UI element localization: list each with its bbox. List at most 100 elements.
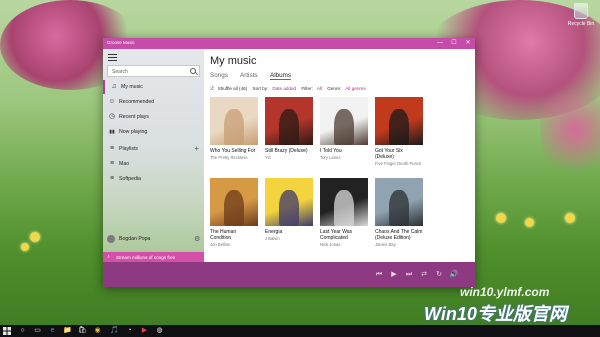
settings-taskbar-icon[interactable]: ◍ — [155, 327, 164, 335]
music-note-icon: ♫ — [111, 83, 117, 90]
page-title: My music — [210, 55, 257, 67]
sidebar-item-recent-plays[interactable]: ◷ Recent plays — [103, 110, 204, 124]
album-tile[interactable]: Chaos And The Calm (Deluxe Edition) James… — [375, 178, 423, 247]
album-title[interactable]: I Told You — [320, 148, 368, 154]
sidebar-item-label: Recent plays — [119, 114, 149, 120]
search-icon[interactable] — [190, 68, 196, 74]
sidebar-item-now-playing[interactable]: ▮▮ Now playing — [103, 125, 204, 139]
album-artist[interactable]: Tory Lanez — [320, 155, 368, 160]
title-bar[interactable]: Groove Music — ☐ ✕ — [103, 38, 475, 49]
search-input[interactable]: Search — [112, 69, 128, 75]
sidebar-item-label: Softpedia — [119, 176, 141, 182]
album-tile[interactable]: Energia J Balvin — [265, 178, 313, 241]
recycle-bin-desktop-icon[interactable]: Recycle Bin — [566, 3, 596, 27]
album-tile[interactable]: Still Brazy (Deluxe) YG — [265, 97, 313, 160]
sidebar-item-playlist-mao[interactable]: ≡ Mao — [103, 157, 204, 171]
shuffle-icon[interactable]: ⤮ — [210, 86, 214, 91]
album-cover-art[interactable] — [320, 178, 368, 226]
album-tile[interactable]: I Told You Tory Lanez — [320, 97, 368, 160]
media-player-icon[interactable]: ▶ — [140, 327, 149, 335]
clock-icon: ◷ — [108, 113, 116, 120]
playlist-icon: ≡ — [109, 175, 115, 182]
shuffle-icon[interactable]: ⇄ — [419, 270, 429, 280]
file-explorer-icon[interactable]: 📁 — [63, 327, 72, 335]
next-track-icon[interactable]: ⏭ — [404, 270, 414, 280]
album-artist[interactable]: YG — [265, 155, 313, 160]
album-cover-art[interactable] — [210, 178, 258, 226]
task-view-icon[interactable]: ▭ — [33, 327, 42, 335]
album-cover-figure — [389, 190, 409, 226]
close-button[interactable]: ✕ — [461, 38, 475, 49]
tab-artists[interactable]: Artists — [240, 72, 258, 79]
sidebar-item-playlists[interactable]: ≡ Playlists + — [103, 142, 204, 156]
album-cover-art[interactable] — [210, 97, 258, 145]
dandelion-flower — [21, 243, 29, 251]
tab-albums[interactable]: Albums — [270, 72, 291, 80]
album-title[interactable]: Last Year Was Complicated — [320, 229, 368, 241]
dandelion-flower — [30, 232, 40, 242]
recycle-bin-icon — [574, 3, 588, 19]
add-playlist-button[interactable]: + — [194, 144, 199, 153]
album-cover-figure — [279, 109, 299, 145]
genre-label: Genre: — [327, 86, 342, 91]
album-title[interactable]: Got Your Six (Deluxe) — [375, 148, 423, 160]
edge-browser-icon[interactable]: e — [48, 327, 57, 335]
watermark-brand: Win10专业版官网 — [424, 304, 567, 324]
album-cover-art[interactable] — [265, 178, 313, 226]
streaming-promo-banner[interactable]: ♪ Stream millions of songs free — [103, 252, 204, 262]
genre-dropdown[interactable]: All genres — [345, 86, 365, 91]
album-cover-art[interactable] — [375, 97, 423, 145]
previous-track-icon[interactable]: ⏮ — [374, 270, 384, 280]
album-cover-art[interactable] — [320, 97, 368, 145]
album-tile[interactable]: Last Year Was Complicated Nick Jonas — [320, 178, 368, 247]
album-title[interactable]: The Human Condition — [210, 229, 258, 241]
watermark-url: win10.ylmf.com — [460, 285, 550, 299]
album-artist[interactable]: Five Finger Death Punch — [375, 161, 423, 166]
shuffle-all-button[interactable]: Shuffle all (46) — [218, 86, 248, 91]
sidebar-item-recommended[interactable]: ☺ Recommended — [103, 95, 204, 109]
store-icon[interactable]: 🛍 — [78, 327, 87, 335]
tab-songs[interactable]: Songs — [210, 72, 228, 79]
sidebar-item-playlist-softpedia[interactable]: ≡ Softpedia — [103, 172, 204, 186]
album-title[interactable]: Energia — [265, 229, 313, 235]
album-tile[interactable]: Got Your Six (Deluxe) Five Finger Death P… — [375, 97, 423, 166]
sidebar-item-label: My music — [121, 84, 143, 90]
album-artist[interactable]: Jon Bellion — [210, 242, 258, 247]
chrome-icon[interactable]: ◉ — [93, 327, 102, 335]
album-title[interactable]: Still Brazy (Deluxe) — [265, 148, 313, 154]
album-cover-art[interactable] — [375, 178, 423, 226]
sidebar-item-label: Now playing — [119, 129, 148, 135]
volume-icon[interactable]: 🔊 — [449, 270, 459, 280]
album-tile[interactable]: Who You Selling For The Pretty Reckless — [210, 97, 258, 160]
smiley-icon: ☺ — [108, 98, 116, 105]
filter-dropdown[interactable]: All — [317, 86, 322, 91]
album-cover-figure — [279, 190, 299, 226]
dandelion-flower — [525, 218, 534, 227]
app-taskbar-icon[interactable]: ◔ — [125, 327, 134, 335]
groove-music-window: Groove Music — ☐ ✕ Search ♫ My music ☺ R… — [103, 38, 475, 287]
album-artist[interactable]: J Balvin — [265, 236, 313, 241]
album-artist[interactable]: The Pretty Reckless — [210, 155, 258, 160]
sort-dropdown[interactable]: Date added — [272, 86, 296, 91]
album-artist[interactable]: Nick Jonas — [320, 242, 368, 247]
main-content: My music Songs Artists Albums ⤮ Shuffle a… — [204, 49, 475, 262]
search-box[interactable]: Search — [107, 65, 200, 77]
album-cover-figure — [334, 109, 354, 145]
play-icon[interactable]: ▶ — [389, 270, 399, 280]
sidebar-item-my-music[interactable]: ♫ My music — [103, 80, 204, 94]
cortana-icon[interactable]: ○ — [18, 327, 27, 335]
groove-music-taskbar-icon[interactable]: 🎵 — [110, 327, 119, 335]
album-tile[interactable]: The Human Condition Jon Bellion — [210, 178, 258, 247]
hamburger-menu-icon[interactable] — [108, 54, 117, 61]
repeat-icon[interactable]: ↻ — [434, 270, 444, 280]
album-artist[interactable]: James Bay — [375, 242, 423, 247]
minimize-button[interactable]: — — [433, 38, 447, 49]
album-cover-art[interactable] — [265, 97, 313, 145]
promo-text: Stream millions of songs free — [116, 254, 176, 260]
album-title[interactable]: Who You Selling For — [210, 148, 258, 154]
music-note-icon: ♪ — [107, 253, 110, 260]
gear-icon[interactable]: ⚙ — [194, 235, 200, 243]
windows-start-icon[interactable] — [3, 327, 11, 335]
maximize-button[interactable]: ☐ — [447, 38, 461, 49]
album-title[interactable]: Chaos And The Calm (Deluxe Edition) — [375, 229, 423, 241]
